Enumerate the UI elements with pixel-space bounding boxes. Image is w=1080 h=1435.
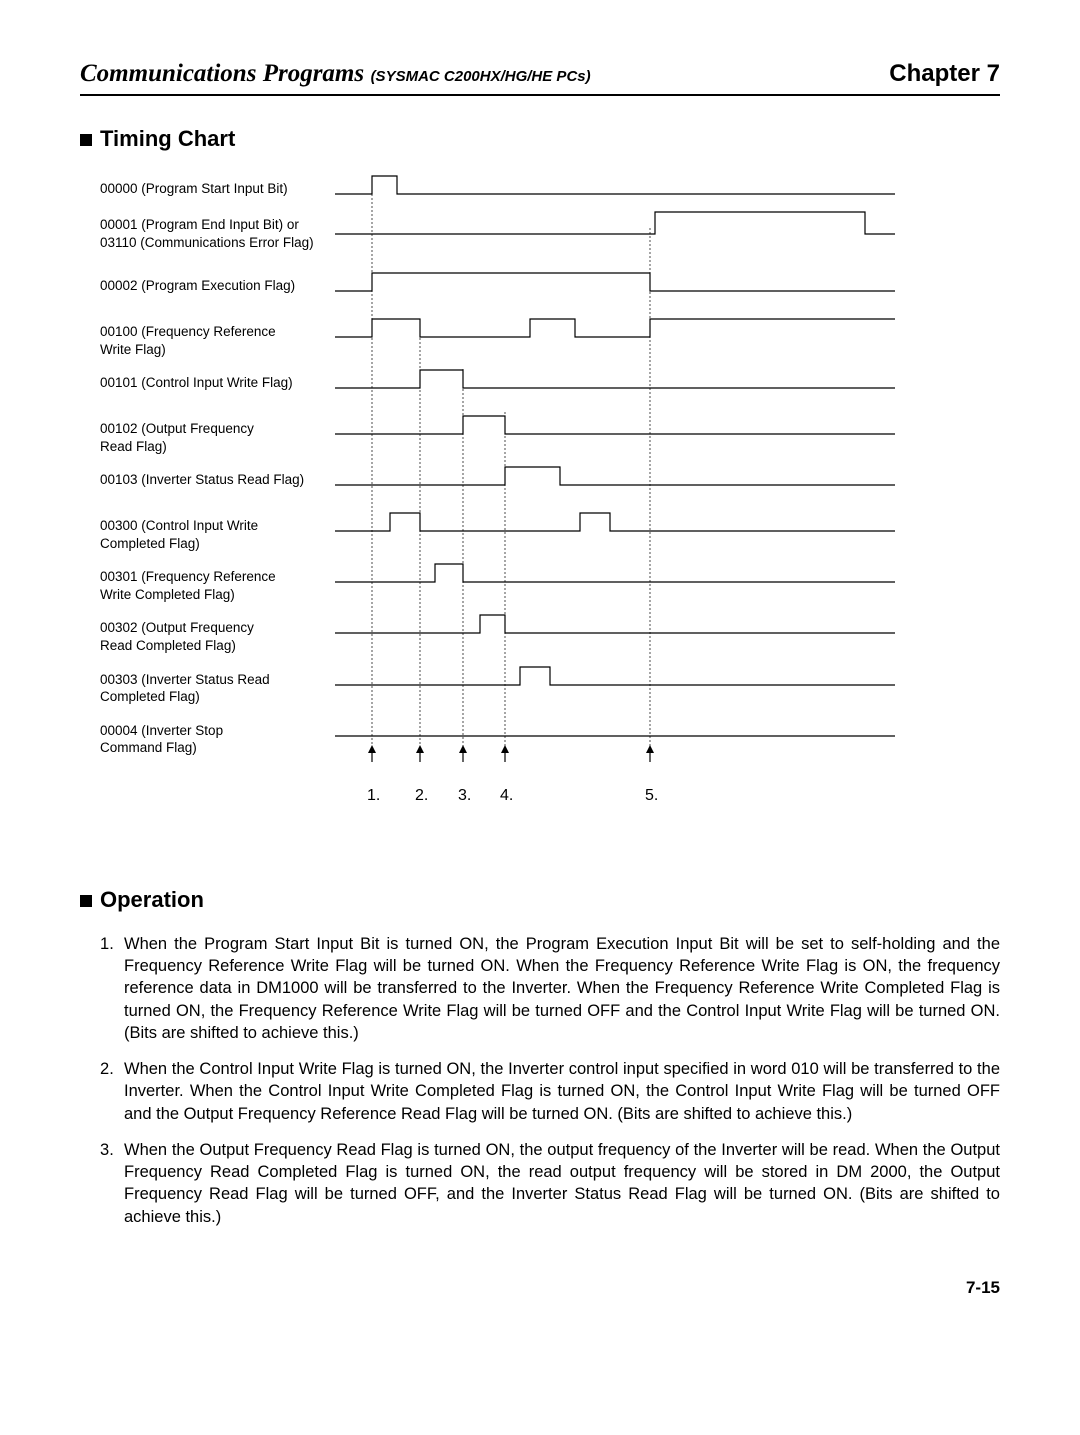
timing-chart: 00000 (Program Start Input Bit) 00001 (P… (100, 172, 1000, 807)
operation-title: Operation (80, 887, 1000, 913)
signal-label: 00300 (Control Input Write Completed Fla… (100, 509, 335, 552)
signal-label: 00102 (Output Frequency Read Flag) (100, 412, 335, 455)
signal-row: 00101 (Control Input Write Flag) (100, 366, 1000, 394)
signal-label: 00103 (Inverter Status Read Flag) (100, 463, 335, 489)
bullet-square-icon (80, 134, 92, 146)
signal-row: 00102 (Output Frequency Read Flag) (100, 412, 1000, 455)
signal-row: 00000 (Program Start Input Bit) (100, 172, 1000, 200)
operation-item: When the Output Frequency Read Flag is t… (100, 1139, 1000, 1228)
doc-title: Communications Programs (80, 60, 364, 87)
signal-label: 00302 (Output Frequency Read Completed F… (100, 611, 335, 654)
timeline-label: 2. (415, 787, 428, 805)
signal-row: 00303 (Inverter Status Read Completed Fl… (100, 663, 1000, 706)
signal-label: 00100 (Frequency Reference Write Flag) (100, 315, 335, 358)
signal-row: 00004 (Inverter Stop Command Flag) (100, 714, 1000, 757)
signal-label: 00002 (Program Execution Flag) (100, 269, 335, 295)
signal-row: 00100 (Frequency Reference Write Flag) (100, 315, 1000, 358)
timing-chart-title: Timing Chart (80, 126, 1000, 152)
signal-waveform (335, 208, 895, 240)
signal-waveform (335, 509, 895, 541)
timeline-label: 1. (367, 787, 380, 805)
operation-item: When the Control Input Write Flag is tur… (100, 1058, 1000, 1125)
signal-waveform (335, 412, 895, 444)
signal-row: 00001 (Program End Input Bit) or 03110 (… (100, 208, 1000, 251)
doc-subtitle: (SYSMAC C200HX/HG/HE PCs) (371, 68, 591, 85)
signal-label: 00000 (Program Start Input Bit) (100, 172, 335, 198)
signal-label: 00101 (Control Input Write Flag) (100, 366, 335, 392)
signal-waveform (335, 663, 895, 695)
signal-label: 00001 (Program End Input Bit) or 03110 (… (100, 208, 335, 251)
timeline-label: 3. (458, 787, 471, 805)
operation-list: When the Program Start Input Bit is turn… (100, 933, 1000, 1228)
signal-row: 00301 (Frequency Reference Write Complet… (100, 560, 1000, 603)
signal-row: 00300 (Control Input Write Completed Fla… (100, 509, 1000, 552)
header-left: Communications Programs (SYSMAC C200HX/H… (80, 60, 591, 88)
signal-waveform (335, 714, 895, 746)
timeline-labels: 1. 2. 3. 4. 5. (335, 787, 895, 807)
signal-label: 00301 (Frequency Reference Write Complet… (100, 560, 335, 603)
chapter-label: Chapter 7 (889, 60, 1000, 88)
signal-waveform (335, 172, 895, 200)
operation-item: When the Program Start Input Bit is turn… (100, 933, 1000, 1044)
signal-waveform (335, 611, 895, 643)
signal-waveform (335, 269, 895, 297)
signal-row: 00002 (Program Execution Flag) (100, 269, 1000, 297)
signal-waveform (335, 463, 895, 491)
signal-row: 00302 (Output Frequency Read Completed F… (100, 611, 1000, 654)
page-number: 7-15 (80, 1278, 1000, 1298)
signal-waveform (335, 366, 895, 394)
signal-label: 00004 (Inverter Stop Command Flag) (100, 714, 335, 757)
signal-row: 00103 (Inverter Status Read Flag) (100, 463, 1000, 491)
page-header: Communications Programs (SYSMAC C200HX/H… (80, 60, 1000, 96)
signal-label: 00303 (Inverter Status Read Completed Fl… (100, 663, 335, 706)
timeline-label: 4. (500, 787, 513, 805)
timeline-label: 5. (645, 787, 658, 805)
signal-waveform (335, 560, 895, 592)
signal-waveform (335, 315, 895, 347)
bullet-square-icon (80, 895, 92, 907)
